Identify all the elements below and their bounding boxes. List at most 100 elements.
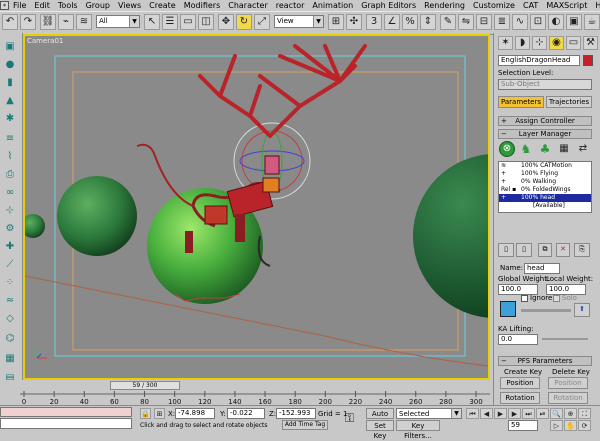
layer-row[interactable]: +0% Walking bbox=[499, 178, 591, 186]
spinner-snap-icon[interactable]: ⇕ bbox=[420, 14, 436, 30]
object-color-swatch[interactable] bbox=[583, 55, 593, 66]
zoom-all-icon[interactable]: ⊕ bbox=[564, 408, 577, 419]
transform-gizmo-button[interactable]: ⬆ bbox=[574, 303, 590, 317]
layer-name-field[interactable]: head bbox=[524, 263, 560, 274]
track-bar[interactable]: 0 20 40 60 80 100 120 140 160 180 200 220 240 260 280 3… bbox=[20, 391, 490, 405]
camera-viewport[interactable]: Camera01 bbox=[23, 34, 490, 380]
pivot-center-icon[interactable]: ⊞ bbox=[328, 14, 344, 30]
delete-layer-button[interactable]: ✕ bbox=[556, 243, 570, 257]
layer-row[interactable]: ≋ 100% CATMotion bbox=[499, 162, 591, 170]
camera-tool-icon[interactable]: ⎙ bbox=[3, 167, 17, 181]
key-icon[interactable]: ⚿ bbox=[345, 411, 354, 426]
key-mode-dropdown[interactable]: Selected ▼ bbox=[396, 408, 462, 419]
menu-item-character[interactable]: Character bbox=[224, 0, 272, 11]
app-icon[interactable]: * bbox=[0, 0, 9, 11]
reference-coordinate-dropdown[interactable]: View ▼ bbox=[274, 15, 324, 28]
menu-item-animation[interactable]: Animation bbox=[308, 0, 357, 11]
menu-item-reactor[interactable]: reactor bbox=[272, 0, 309, 11]
curve-editor-icon[interactable]: ∿ bbox=[512, 14, 528, 30]
region-select-icon[interactable]: ▭ bbox=[180, 14, 196, 30]
quick-render-icon[interactable]: ☕ bbox=[584, 14, 600, 30]
maxscript-mini-listener[interactable] bbox=[0, 418, 132, 429]
layer-list[interactable]: ≋ 100% CATMotion +100% Flying +0% Walking… bbox=[498, 161, 592, 213]
cat-motion-icon[interactable]: ⊗ bbox=[499, 141, 515, 157]
hierarchy-tool-icon[interactable]: ⊹ bbox=[3, 203, 17, 217]
named-selection-icon[interactable]: ✎ bbox=[440, 14, 456, 30]
setup-mode-icon[interactable]: ♞ bbox=[518, 141, 534, 157]
particle-tool-icon[interactable]: ⁘ bbox=[3, 275, 17, 289]
play-icon[interactable]: ▶ bbox=[494, 408, 507, 419]
bone-tool-icon[interactable]: ⌇ bbox=[3, 149, 17, 163]
absolute-mode-icon[interactable]: ⊞ bbox=[154, 408, 165, 419]
create-position-key-button[interactable]: Position bbox=[500, 377, 540, 389]
go-to-end-icon[interactable]: ⏭ bbox=[522, 408, 535, 419]
layer-manager-rollout[interactable]: − Layer Manager bbox=[498, 129, 592, 139]
menu-item-cat[interactable]: CAT bbox=[519, 0, 542, 11]
display-tab-icon[interactable]: ▭ bbox=[566, 36, 581, 50]
menu-item-rendering[interactable]: Rendering bbox=[420, 0, 469, 11]
tab-parameters[interactable]: Parameters bbox=[498, 96, 544, 108]
create-tab-icon[interactable]: ✶ bbox=[498, 36, 513, 50]
modifier-tool-icon[interactable]: ⚙ bbox=[3, 221, 17, 235]
stack-tool-icon[interactable]: ≡ bbox=[3, 131, 17, 145]
paste-layer-button[interactable]: ⎘ bbox=[574, 243, 590, 257]
motion-tab-icon[interactable]: ◉ bbox=[549, 36, 564, 50]
x-coordinate-field[interactable]: -74.898 bbox=[175, 408, 215, 419]
menu-item-create[interactable]: Create bbox=[145, 0, 180, 11]
zoom-extents-icon[interactable]: ⛶ bbox=[578, 408, 591, 419]
orbit-icon[interactable]: ⟳ bbox=[578, 420, 591, 431]
material-editor-icon[interactable]: ◐ bbox=[548, 14, 564, 30]
add-abs-layer-button[interactable]: ▯ bbox=[498, 243, 514, 257]
y-coordinate-field[interactable]: -0.022 bbox=[227, 408, 265, 419]
select-and-scale-icon[interactable]: ⤢ bbox=[254, 14, 270, 30]
unlink-icon[interactable]: ⌁ bbox=[58, 14, 74, 30]
current-frame-field[interactable]: 59 bbox=[508, 420, 538, 431]
ka-lifting-slider[interactable] bbox=[542, 338, 588, 340]
percent-snap-icon[interactable]: % bbox=[402, 14, 418, 30]
copy-layer-button[interactable]: ⧉ bbox=[538, 243, 552, 257]
layer-settings-icon[interactable]: ▦ bbox=[556, 141, 572, 157]
add-time-tag-button[interactable]: Add Time Tag bbox=[282, 420, 328, 430]
utilities-tab-icon[interactable]: ⚒ bbox=[583, 36, 598, 50]
menu-item-maxscript[interactable]: MAXScript bbox=[542, 0, 591, 11]
select-and-link-icon[interactable]: ⛓ bbox=[40, 14, 56, 30]
tab-trajectories[interactable]: Trajectories bbox=[546, 96, 592, 108]
time-slider[interactable]: 59 / 300 bbox=[110, 381, 180, 390]
bind-spacewarp-icon[interactable]: ≋ bbox=[76, 14, 92, 30]
hierarchy-tab-icon[interactable]: ⊹ bbox=[532, 36, 547, 50]
light-tool-icon[interactable]: ✱ bbox=[3, 111, 17, 125]
key-mode-toggle-icon[interactable]: ⏯ bbox=[536, 408, 549, 419]
select-and-rotate-icon[interactable]: ↻ bbox=[236, 14, 252, 30]
add-rel-layer-button[interactable]: ▯ bbox=[516, 243, 532, 257]
maxscript-listener[interactable] bbox=[0, 407, 132, 417]
sphere-tool-icon[interactable]: ● bbox=[3, 57, 17, 71]
helper-tool-icon[interactable]: ✚ bbox=[3, 239, 17, 253]
wave-tool-icon[interactable]: ≈ bbox=[3, 293, 17, 307]
key-filters-button[interactable]: Key Filters... bbox=[396, 420, 440, 440]
layer-manager-icon[interactable]: ≣ bbox=[494, 14, 510, 30]
angle-snap-icon[interactable]: ∠ bbox=[384, 14, 400, 30]
set-key-button[interactable]: Set Key bbox=[366, 420, 394, 440]
render-scene-icon[interactable]: ▣ bbox=[566, 14, 582, 30]
select-and-move-icon[interactable]: ✥ bbox=[218, 14, 234, 30]
menu-item-graph-editors[interactable]: Graph Editors bbox=[357, 0, 420, 11]
ka-lifting-field[interactable]: 0.0 bbox=[498, 334, 538, 345]
solo-checkbox[interactable] bbox=[553, 295, 560, 302]
object-name-field[interactable]: EnglishDragonHead bbox=[498, 55, 580, 66]
menu-item-file[interactable]: File bbox=[9, 0, 30, 11]
viewport-label[interactable]: Camera01 bbox=[27, 37, 63, 45]
assign-controller-rollout[interactable]: + Assign Controller bbox=[498, 116, 592, 126]
zoom-icon[interactable]: 🔍 bbox=[550, 408, 563, 419]
redo-icon[interactable]: ↷ bbox=[20, 14, 36, 30]
select-by-name-icon[interactable]: ☰ bbox=[162, 14, 178, 30]
menu-item-edit[interactable]: Edit bbox=[30, 0, 54, 11]
modify-tab-icon[interactable]: ◗ bbox=[515, 36, 530, 50]
pan-icon[interactable]: ✋ bbox=[564, 420, 577, 431]
layer-tools-icon[interactable]: ⇄ bbox=[575, 141, 591, 157]
layer-row-available[interactable]: [Available] bbox=[499, 202, 591, 210]
animation-mode-icon[interactable]: ♣ bbox=[537, 141, 553, 157]
align-icon[interactable]: ⊟ bbox=[476, 14, 492, 30]
menu-item-tools[interactable]: Tools bbox=[54, 0, 82, 11]
delete-rotation-key-button[interactable]: Rotation bbox=[548, 392, 588, 404]
selection-filter-dropdown[interactable]: All ▼ bbox=[96, 15, 140, 28]
